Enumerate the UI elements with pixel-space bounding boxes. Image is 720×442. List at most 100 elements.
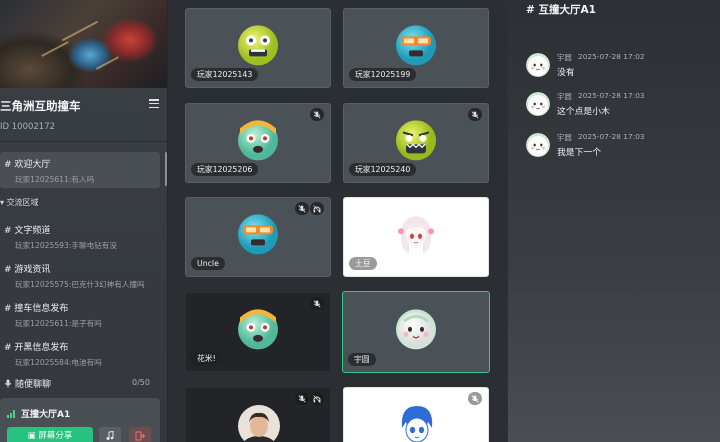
voice-participants-grid: 玩家12025143 玩家12025199 玩家12025206 玩家12025… bbox=[169, 0, 507, 442]
channel-last-message: 玩家12025611:是子有吗 bbox=[15, 319, 102, 328]
server-name: 三角洲互助撞车 bbox=[0, 99, 81, 113]
category-label: 交流区域 bbox=[6, 198, 39, 207]
screen-share-button[interactable]: ▣ 屏幕分享 bbox=[7, 427, 93, 442]
participant-name: 玩家12025199 bbox=[349, 68, 417, 81]
channel-name: # 文字频道 bbox=[4, 226, 51, 236]
message-author[interactable]: 宇圆 bbox=[557, 91, 572, 102]
mic-muted-badge bbox=[468, 108, 482, 121]
participant-name: 土豆 bbox=[349, 257, 377, 270]
message-text: 我是下一个 bbox=[557, 148, 601, 158]
music-button[interactable] bbox=[99, 427, 121, 442]
channel-last-message: 玩家12025593:手聊电钻有没 bbox=[15, 241, 117, 250]
music-note-icon bbox=[106, 431, 114, 440]
message-text: 这个点是小木 bbox=[557, 107, 610, 117]
user-avatar[interactable] bbox=[526, 92, 550, 116]
participant-tile[interactable]: 玩家12025206 bbox=[185, 103, 331, 183]
mic-muted-icon bbox=[471, 110, 479, 119]
participant-name: 宇圆 bbox=[348, 353, 376, 366]
headphones-off-icon bbox=[313, 394, 321, 403]
participant-name: 玩家12025240 bbox=[349, 163, 417, 176]
channel-game-news[interactable]: # 游戏资讯 玩家12025575:巴克什3幻神有人撞吗 bbox=[0, 257, 160, 293]
channel-last-message: 玩家12025575:巴克什3幻神有人撞吗 bbox=[15, 280, 145, 289]
sidebar-scrollbar[interactable] bbox=[165, 152, 167, 186]
avatar-drawing bbox=[401, 406, 433, 442]
avatar-icon bbox=[238, 25, 278, 66]
message-time: 2025-07-28 17:03 bbox=[578, 91, 645, 100]
voice-connection-panel: 互撞大厅A1 ▣ 屏幕分享 bbox=[0, 398, 160, 442]
avatar-photo bbox=[238, 405, 280, 442]
message-time: 2025-07-28 17:02 bbox=[578, 52, 645, 61]
connected-room-name: 互撞大厅A1 bbox=[21, 410, 71, 420]
mic-muted-icon bbox=[298, 394, 306, 403]
mic-muted-icon bbox=[471, 394, 479, 403]
avatar-icon bbox=[238, 120, 278, 161]
headphones-off-badge bbox=[310, 202, 324, 215]
participant-tile[interactable]: 土豆 bbox=[343, 197, 489, 277]
participant-tile[interactable] bbox=[185, 387, 331, 442]
participant-tile-speaking[interactable]: 宇圆 bbox=[342, 291, 490, 373]
category-exchange-area[interactable]: ▾ 交流区域 bbox=[0, 197, 39, 208]
headphones-off-icon bbox=[313, 204, 321, 213]
mic-muted-badge bbox=[310, 108, 324, 121]
server-id: ID 10002172 bbox=[0, 122, 56, 132]
channel-welcome-hall[interactable]: # 欢迎大厅 玩家12025611:有人吗 bbox=[0, 152, 160, 188]
channel-text[interactable]: # 文字频道 玩家12025593:手聊电钻有没 bbox=[0, 218, 160, 254]
signal-icon bbox=[7, 410, 17, 418]
participant-name: 玩家12025143 bbox=[191, 68, 259, 81]
headphones-off-badge bbox=[310, 392, 324, 405]
microphone-icon bbox=[4, 379, 12, 388]
message-author[interactable]: 宇圆 bbox=[557, 132, 572, 143]
participant-name: 玩家12025206 bbox=[191, 163, 259, 176]
channel-crash-info[interactable]: # 撞车信息发布 玩家12025611:是子有吗 bbox=[0, 296, 160, 332]
mic-muted-badge bbox=[310, 297, 324, 310]
mic-muted-badge bbox=[295, 392, 309, 405]
channel-name: # 开黑信息发布 bbox=[4, 343, 69, 353]
avatar-icon bbox=[396, 309, 436, 350]
participant-name: Uncle bbox=[191, 257, 225, 270]
channel-team-info[interactable]: # 开黑信息发布 玩家12025584:电池有吗 bbox=[0, 335, 160, 371]
chat-panel: # 互撞大厅A1 宇圆 2025-07-28 17:02 没有 宇圆 2025-… bbox=[508, 0, 720, 442]
channel-name: # 欢迎大厅 bbox=[4, 160, 51, 170]
user-avatar[interactable] bbox=[526, 53, 550, 77]
message-time: 2025-07-28 17:03 bbox=[578, 132, 645, 141]
message-author[interactable]: 宇圆 bbox=[557, 52, 572, 63]
user-avatar[interactable] bbox=[526, 133, 550, 157]
participant-tile[interactable] bbox=[343, 387, 489, 442]
chat-message: 宇圆 2025-07-28 17:02 没有 bbox=[526, 52, 720, 84]
participant-tile[interactable]: 玩家12025240 bbox=[343, 103, 489, 183]
leave-icon bbox=[135, 431, 145, 441]
mic-muted-icon bbox=[298, 204, 306, 213]
screen-share-label: 屏幕分享 bbox=[38, 431, 73, 441]
message-text: 没有 bbox=[557, 68, 575, 78]
server-banner bbox=[0, 0, 167, 88]
mic-muted-icon bbox=[313, 299, 321, 308]
menu-icon[interactable] bbox=[149, 99, 159, 109]
mic-muted-badge bbox=[295, 202, 309, 215]
chat-message: 宇圆 2025-07-28 17:03 我是下一个 bbox=[526, 132, 720, 164]
participant-tile[interactable]: 花米! bbox=[185, 292, 331, 372]
channel-name: # 撞车信息发布 bbox=[4, 304, 69, 314]
channel-last-message: 玩家12025584:电池有吗 bbox=[15, 358, 102, 367]
avatar-icon bbox=[398, 216, 434, 254]
avatar-icon bbox=[238, 214, 278, 255]
chat-message: 宇圆 2025-07-28 17:03 这个点是小木 bbox=[526, 91, 720, 123]
mic-muted-icon bbox=[313, 110, 321, 119]
voice-channel-casual[interactable]: 随便聊聊 bbox=[4, 377, 51, 390]
voice-member-count: 0/50 bbox=[132, 378, 150, 387]
participant-name: 花米! bbox=[191, 352, 222, 365]
chat-room-title: # 互撞大厅A1 bbox=[526, 4, 596, 16]
divider bbox=[0, 141, 167, 142]
participant-tile[interactable]: Uncle bbox=[185, 197, 331, 277]
avatar-icon bbox=[238, 309, 278, 350]
avatar-icon bbox=[396, 120, 436, 161]
channel-last-message: 玩家12025611:有人吗 bbox=[15, 175, 95, 184]
server-sidebar: 三角洲互助撞车 ID 10002172 # 欢迎大厅 玩家12025611:有人… bbox=[0, 0, 168, 442]
participant-tile[interactable]: 玩家12025143 bbox=[185, 8, 331, 88]
channel-name: # 游戏资讯 bbox=[4, 265, 51, 275]
leave-voice-button[interactable] bbox=[129, 427, 151, 442]
screen-share-icon: ▣ bbox=[27, 431, 39, 441]
voice-channel-name: 随便聊聊 bbox=[15, 380, 52, 390]
avatar-icon bbox=[396, 25, 436, 66]
participant-tile[interactable]: 玩家12025199 bbox=[343, 8, 489, 88]
mic-muted-badge bbox=[468, 392, 482, 405]
